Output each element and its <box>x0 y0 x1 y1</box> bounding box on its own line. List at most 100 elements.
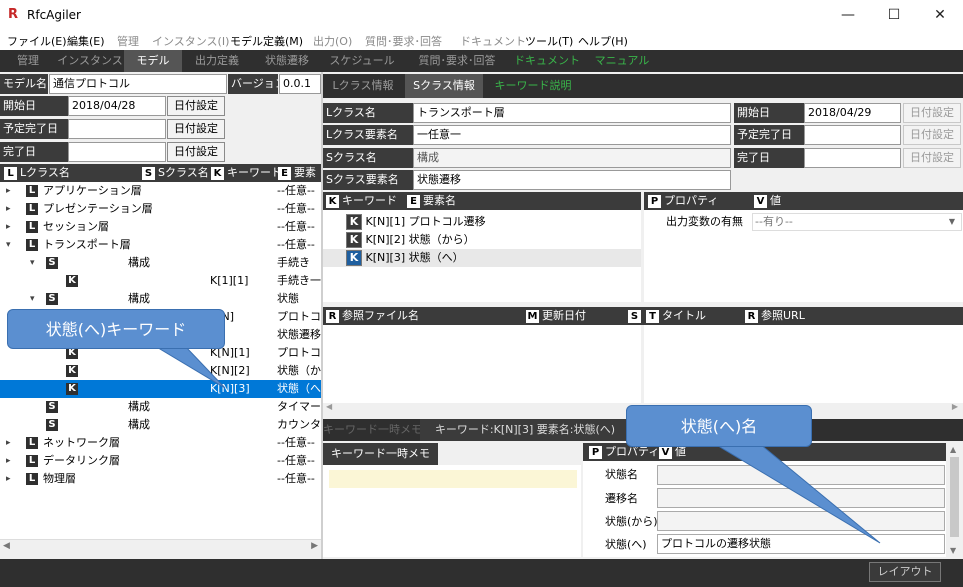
expand-icon[interactable]: ▸ <box>6 200 11 218</box>
collapse-icon[interactable]: ▾ <box>30 290 35 308</box>
scrollbar-thumb[interactable] <box>950 457 959 537</box>
collapse-icon[interactable]: ▾ <box>6 236 11 254</box>
element-name-col-title[interactable]: 要素名 <box>423 194 456 207</box>
collapse-icon[interactable]: ▾ <box>30 254 35 272</box>
lclass-name-field[interactable]: トランスポート層 <box>413 103 731 123</box>
tab-qa[interactable]: 質問･要求･回答 <box>402 50 512 72</box>
start-date-field[interactable]: 2018/04/28 <box>68 96 166 116</box>
memo-input[interactable] <box>329 470 577 488</box>
planned-end-button[interactable]: 日付設定 <box>167 119 225 139</box>
layout-button[interactable]: レイアウト <box>869 562 941 582</box>
expand-icon[interactable]: ▸ <box>6 434 11 452</box>
keyword-col-header[interactable]: キーワード <box>227 166 282 179</box>
tab-output-def[interactable]: 出力定義 <box>182 50 252 72</box>
keyword-list[interactable]: K K[N][1] プロトコル遷移 K K[N][2] 状態（から） K K[N… <box>323 210 641 302</box>
planned-end-field[interactable] <box>68 119 166 139</box>
tab-lclass-info[interactable]: Lクラス情報 <box>323 74 403 98</box>
tree-row[interactable]: ▸ L アプリケーション層 --任意-- <box>0 182 321 200</box>
tree-row[interactable]: ▸ L ネットワーク層 --任意-- <box>0 434 321 452</box>
tab-state-transition[interactable]: 状態遷移 <box>252 50 322 72</box>
tab-sclass-info[interactable]: Sクラス情報 <box>405 74 483 98</box>
class-tree[interactable]: ▸ L アプリケーション層 --任意-- ▸ L プレゼンテーション層 --任意-- ▸ L セッシ… <box>0 182 321 539</box>
tree-row[interactable]: K K[1][1] 手続き一 <box>0 272 321 290</box>
tree-row[interactable]: ▸ L データリンク層 --任意-- <box>0 452 321 470</box>
version-field[interactable]: 0.0.1 <box>279 74 321 94</box>
scroll-left-icon[interactable]: ◀ <box>3 541 10 551</box>
tree-row[interactable]: ▸ L プレゼンテーション層 --任意-- <box>0 200 321 218</box>
list-item[interactable]: K K[N][2] 状態（から） <box>323 231 641 249</box>
list-item[interactable]: K K[N][1] プロトコル遷移 <box>323 213 641 231</box>
tree-row[interactable]: ▾ L トランスポート層 --任意-- <box>0 236 321 254</box>
tree-horizontal-scrollbar[interactable]: ◀ ▶ <box>0 539 321 556</box>
menu-edit[interactable]: 編集(E) <box>67 33 105 49</box>
state-to-field[interactable]: プロトコルの遷移状態 <box>657 534 945 554</box>
tree-row[interactable]: S 構成 タイマー <box>0 398 321 416</box>
transition-name-field[interactable] <box>657 488 945 508</box>
tab-manual[interactable]: マニュアル <box>582 50 662 72</box>
value-col-title[interactable]: 値 <box>770 194 781 207</box>
tree-row[interactable]: ▸ L セッション層 --任意-- <box>0 218 321 236</box>
tab-admin[interactable]: 管理 <box>0 50 56 72</box>
list-item-selected[interactable]: K K[N][3] 状態（へ） <box>323 249 641 267</box>
keyword-col-title[interactable]: キーワード <box>342 194 397 207</box>
tree-row[interactable]: ▾ S 構成 手続き <box>0 254 321 272</box>
expand-icon[interactable]: ▸ <box>6 182 11 200</box>
tab-instance[interactable]: インスタンス <box>56 50 124 72</box>
sclass-col-header[interactable]: Sクラス名 <box>158 166 209 179</box>
menu-help[interactable]: ヘルプ(H) <box>578 33 628 49</box>
state-name-field[interactable] <box>657 465 945 485</box>
scroll-left-icon[interactable]: ◀ <box>326 402 332 411</box>
state-from-field[interactable] <box>657 511 945 531</box>
property-value-select[interactable]: --有り-- ▼ <box>752 213 962 231</box>
menu-admin[interactable]: 管理 <box>117 33 139 49</box>
tab-keyword-detail[interactable]: キーワード:K[N][3] 要素名:状態(へ) <box>420 419 630 441</box>
sclass-elem-field[interactable]: 状態遷移 <box>413 170 731 190</box>
menu-file[interactable]: ファイル(E) <box>7 33 67 49</box>
maximize-button[interactable]: ☐ <box>871 0 917 30</box>
element-col-header[interactable]: 要素 <box>294 166 316 179</box>
reference-url-list[interactable] <box>644 325 963 415</box>
tab-document[interactable]: ドキュメント <box>512 50 582 72</box>
lclass-col-header[interactable]: Lクラス名 <box>20 166 70 179</box>
updated-col-title[interactable]: 更新日付 <box>542 309 586 322</box>
menu-document[interactable]: ドキュメント <box>460 33 526 49</box>
menu-qa[interactable]: 質問･要求･回答 <box>365 33 442 49</box>
expand-icon[interactable]: ▸ <box>6 470 11 488</box>
tree-row[interactable]: K K[N][2] 状態（か <box>0 362 321 380</box>
minimize-button[interactable]: — <box>825 0 871 30</box>
s-start-button[interactable]: 日付設定 <box>903 103 961 123</box>
tab-model[interactable]: モデル <box>124 50 182 72</box>
tree-row[interactable]: ▸ L 物理層 --任意-- <box>0 470 321 488</box>
s-planned-end-button[interactable]: 日付設定 <box>903 125 961 145</box>
end-date-field[interactable] <box>68 142 166 162</box>
tree-row[interactable]: ▾ S 構成 状態 <box>0 290 321 308</box>
menu-instance[interactable]: インスタンス(I) <box>152 33 229 49</box>
reference-file-list[interactable] <box>323 325 641 415</box>
expand-icon[interactable]: ▸ <box>6 452 11 470</box>
scroll-right-icon[interactable]: ▶ <box>952 402 958 411</box>
scroll-up-icon[interactable]: ▲ <box>950 445 956 454</box>
menu-model[interactable]: モデル定義(M) <box>230 33 303 49</box>
model-name-field[interactable]: 通信プロトコル <box>49 74 227 94</box>
ref-file-col-title[interactable]: 参照ファイル名 <box>342 309 419 322</box>
s-start-field[interactable]: 2018/04/29 <box>804 103 901 123</box>
tab-keyword-memo[interactable]: キーワード一時メモ <box>323 419 422 441</box>
expand-icon[interactable]: ▸ <box>6 218 11 236</box>
lclass-elem-field[interactable]: 一任意一 <box>413 125 731 145</box>
scroll-down-icon[interactable]: ▼ <box>950 546 956 555</box>
menu-tools[interactable]: ツール(T) <box>525 33 573 49</box>
tree-row[interactable]: S 構成 カウンター <box>0 416 321 434</box>
title-col-title[interactable]: タイトル <box>662 309 706 322</box>
end-date-button[interactable]: 日付設定 <box>167 142 225 162</box>
s-planned-end-field[interactable] <box>804 125 901 145</box>
menu-output[interactable]: 出力(O) <box>313 33 352 49</box>
tab-schedule[interactable]: スケジュール <box>322 50 402 72</box>
scroll-right-icon[interactable]: ▶ <box>311 541 318 551</box>
tab-keyword-desc[interactable]: キーワード説明 <box>485 74 581 98</box>
sclass-name-field[interactable]: 構成 <box>413 148 731 168</box>
property-col-title[interactable]: プロパティ <box>664 194 718 207</box>
tree-row-selected[interactable]: K K[N][3] 状態（へ <box>0 380 321 398</box>
bottom-vertical-scrollbar[interactable]: ▲ ▼ <box>946 443 963 557</box>
start-date-button[interactable]: 日付設定 <box>167 96 225 116</box>
close-button[interactable]: ✕ <box>917 0 963 30</box>
